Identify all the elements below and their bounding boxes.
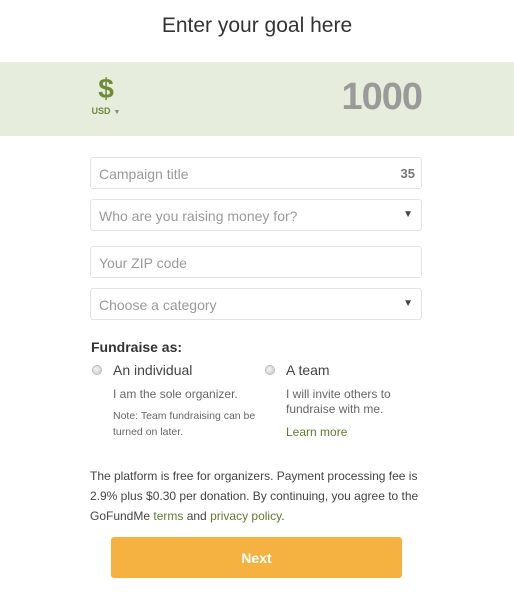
goal-amount-input[interactable]: 1000 [341,76,423,119]
individual-note: Note: Team fundraising can be turned on … [113,410,256,438]
zip-input[interactable]: Your ZIP code [90,246,422,278]
next-button[interactable]: Next [111,537,402,578]
individual-desc: I am the sole organizer. [113,387,238,401]
privacy-policy-link[interactable]: privacy policy [210,509,281,523]
goal-band: $ USD ▼ 1000 [0,62,514,136]
legal-text: The platform is free for organizers. Pay… [90,466,430,526]
raising-for-placeholder: Who are you raising money for? [99,208,298,224]
fundraise-as-label: Fundraise as: [91,339,183,355]
terms-link[interactable]: terms [153,509,183,523]
category-select[interactable]: Choose a category ▼ [90,288,422,320]
individual-title[interactable]: An individual [113,362,192,378]
raising-for-select[interactable]: Who are you raising money for? ▼ [90,199,422,231]
learn-more-link[interactable]: Learn more [286,425,347,439]
category-placeholder: Choose a category [99,297,217,313]
currency-selector[interactable]: $ USD ▼ [88,73,124,117]
dollar-icon: $ [98,73,114,104]
caret-down-icon: ▼ [113,109,121,116]
team-title[interactable]: A team [286,362,330,378]
page-title: Enter your goal here [161,14,353,37]
currency-code: USD [91,106,111,116]
individual-radio[interactable] [92,365,102,375]
zip-placeholder: Your ZIP code [99,255,187,271]
legal-end: . [281,509,285,523]
dropdown-arrow-icon: ▼ [403,209,413,220]
legal-and: and [183,509,211,523]
campaign-title-placeholder: Campaign title [99,166,189,182]
char-count: 35 [400,166,415,181]
campaign-title-input[interactable]: Campaign title 35 [90,157,422,189]
team-radio[interactable] [265,365,275,375]
dropdown-arrow-icon: ▼ [403,298,413,309]
team-desc: I will invite others to fundraise with m… [286,387,391,416]
